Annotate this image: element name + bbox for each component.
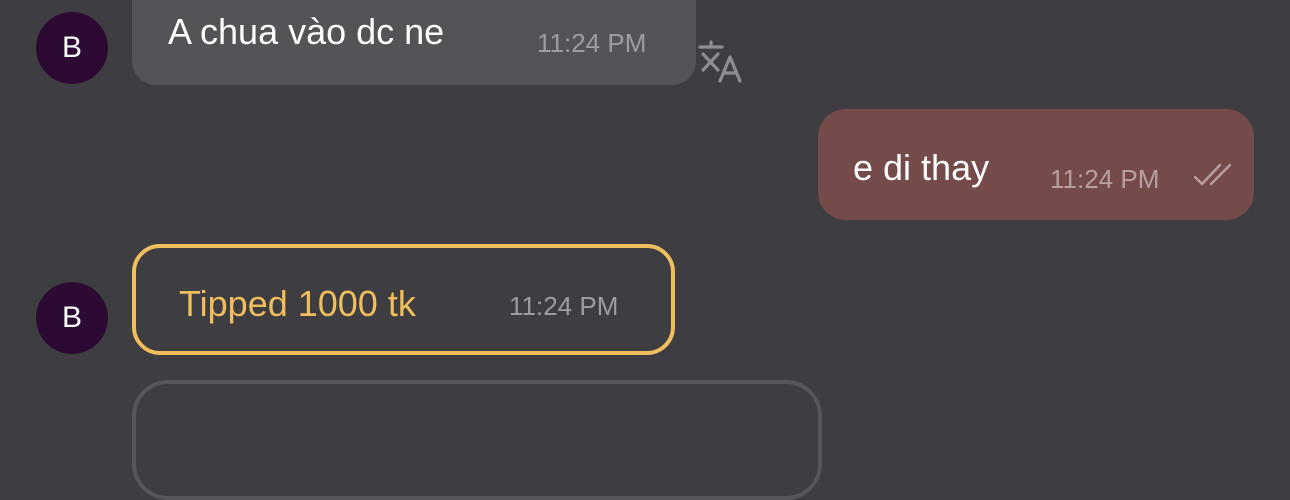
sender-avatar[interactable]: B [36, 12, 108, 84]
tip-text: Tipped 1000 tk [179, 283, 416, 324]
incoming-message-bubble[interactable]: A chua vào dc ne 11:24 PM [132, 0, 696, 85]
message-timestamp: 11:24 PM [509, 291, 619, 321]
double-check-icon [1193, 163, 1232, 186]
sender-avatar[interactable]: B [36, 282, 108, 354]
avatar-initial: B [61, 31, 82, 64]
message-text: e di thay [853, 147, 990, 188]
avatar-initial: B [61, 301, 82, 334]
translate-icon[interactable] [696, 40, 746, 84]
message-timestamp: 11:24 PM [1050, 164, 1160, 194]
tip-message-bubble[interactable]: Tipped 1000 tk 11:24 PM [132, 244, 675, 355]
message-text: A chua vào dc ne [168, 11, 445, 52]
message-card[interactable] [132, 380, 822, 500]
outgoing-message-bubble[interactable]: e di thay 11:24 PM [818, 109, 1254, 220]
message-timestamp: 11:24 PM [537, 28, 647, 58]
